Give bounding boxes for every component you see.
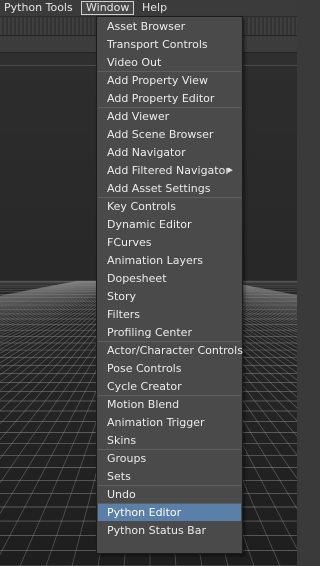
menu-item-add-property-editor[interactable]: Add Property Editor [98, 90, 241, 107]
menu-item-add-scene-browser[interactable]: Add Scene Browser [98, 126, 241, 143]
menu-item-cycle-creator[interactable]: Cycle Creator [98, 378, 241, 395]
menu-window[interactable]: Window [81, 1, 135, 15]
menu-item-add-filtered-navigator[interactable]: Add Filtered Navigator ▶ [98, 162, 241, 179]
submenu-arrow-icon: ▶ [227, 166, 233, 174]
menu-item-animation-layers[interactable]: Animation Layers [98, 252, 241, 269]
menu-item-animation-trigger[interactable]: Animation Trigger [98, 414, 241, 431]
menu-python-tools[interactable]: Python Tools [0, 0, 77, 16]
menu-item-sets[interactable]: Sets [98, 468, 241, 485]
menu-item-groups[interactable]: Groups [98, 450, 241, 467]
grid-line [0, 280, 89, 302]
menu-item-transport-controls[interactable]: Transport Controls [98, 36, 241, 53]
grid-line [0, 280, 106, 315]
menu-item-actor-character-controls[interactable]: Actor/Character Controls [98, 342, 243, 359]
menu-item-add-navigator[interactable]: Add Navigator [98, 144, 241, 161]
menu-item-add-asset-settings[interactable]: Add Asset Settings [98, 180, 241, 197]
menu-item-undo[interactable]: Undo [98, 486, 241, 503]
menu-item-profiling-center[interactable]: Profiling Center [98, 324, 241, 341]
window-menu-dropdown: Asset Browser Transport Controls Video Out… [96, 16, 243, 554]
grid-line [0, 280, 100, 309]
menu-item-dynamic-editor[interactable]: Dynamic Editor [98, 216, 241, 233]
menu-bar: Python Tools Window Help [0, 0, 297, 17]
menu-item-python-editor[interactable]: Python Editor [98, 504, 241, 521]
menu-item-asset-browser[interactable]: Asset Browser [98, 18, 241, 35]
menu-item-add-property-view[interactable]: Add Property View [98, 72, 241, 89]
menu-item-filters[interactable]: Filters [98, 306, 241, 323]
menu-item-python-status-bar[interactable]: Python Status Bar [98, 522, 241, 539]
menu-item-video-out[interactable]: Video Out [98, 54, 241, 71]
menu-item-key-controls[interactable]: Key Controls [98, 198, 241, 215]
menu-help[interactable]: Help [138, 0, 171, 16]
menu-item-skins[interactable]: Skins [98, 432, 241, 449]
grid-line [0, 280, 99, 308]
menu-item-pose-controls[interactable]: Pose Controls [98, 360, 241, 377]
menu-item-add-viewer[interactable]: Add Viewer [98, 108, 241, 125]
menu-item-dopesheet[interactable]: Dopesheet [98, 270, 241, 287]
grid-line [0, 280, 98, 307]
menu-item-story[interactable]: Story [98, 288, 241, 305]
menu-item-fcurves[interactable]: FCurves [98, 234, 241, 251]
menu-item-motion-blend[interactable]: Motion Blend [98, 396, 241, 413]
